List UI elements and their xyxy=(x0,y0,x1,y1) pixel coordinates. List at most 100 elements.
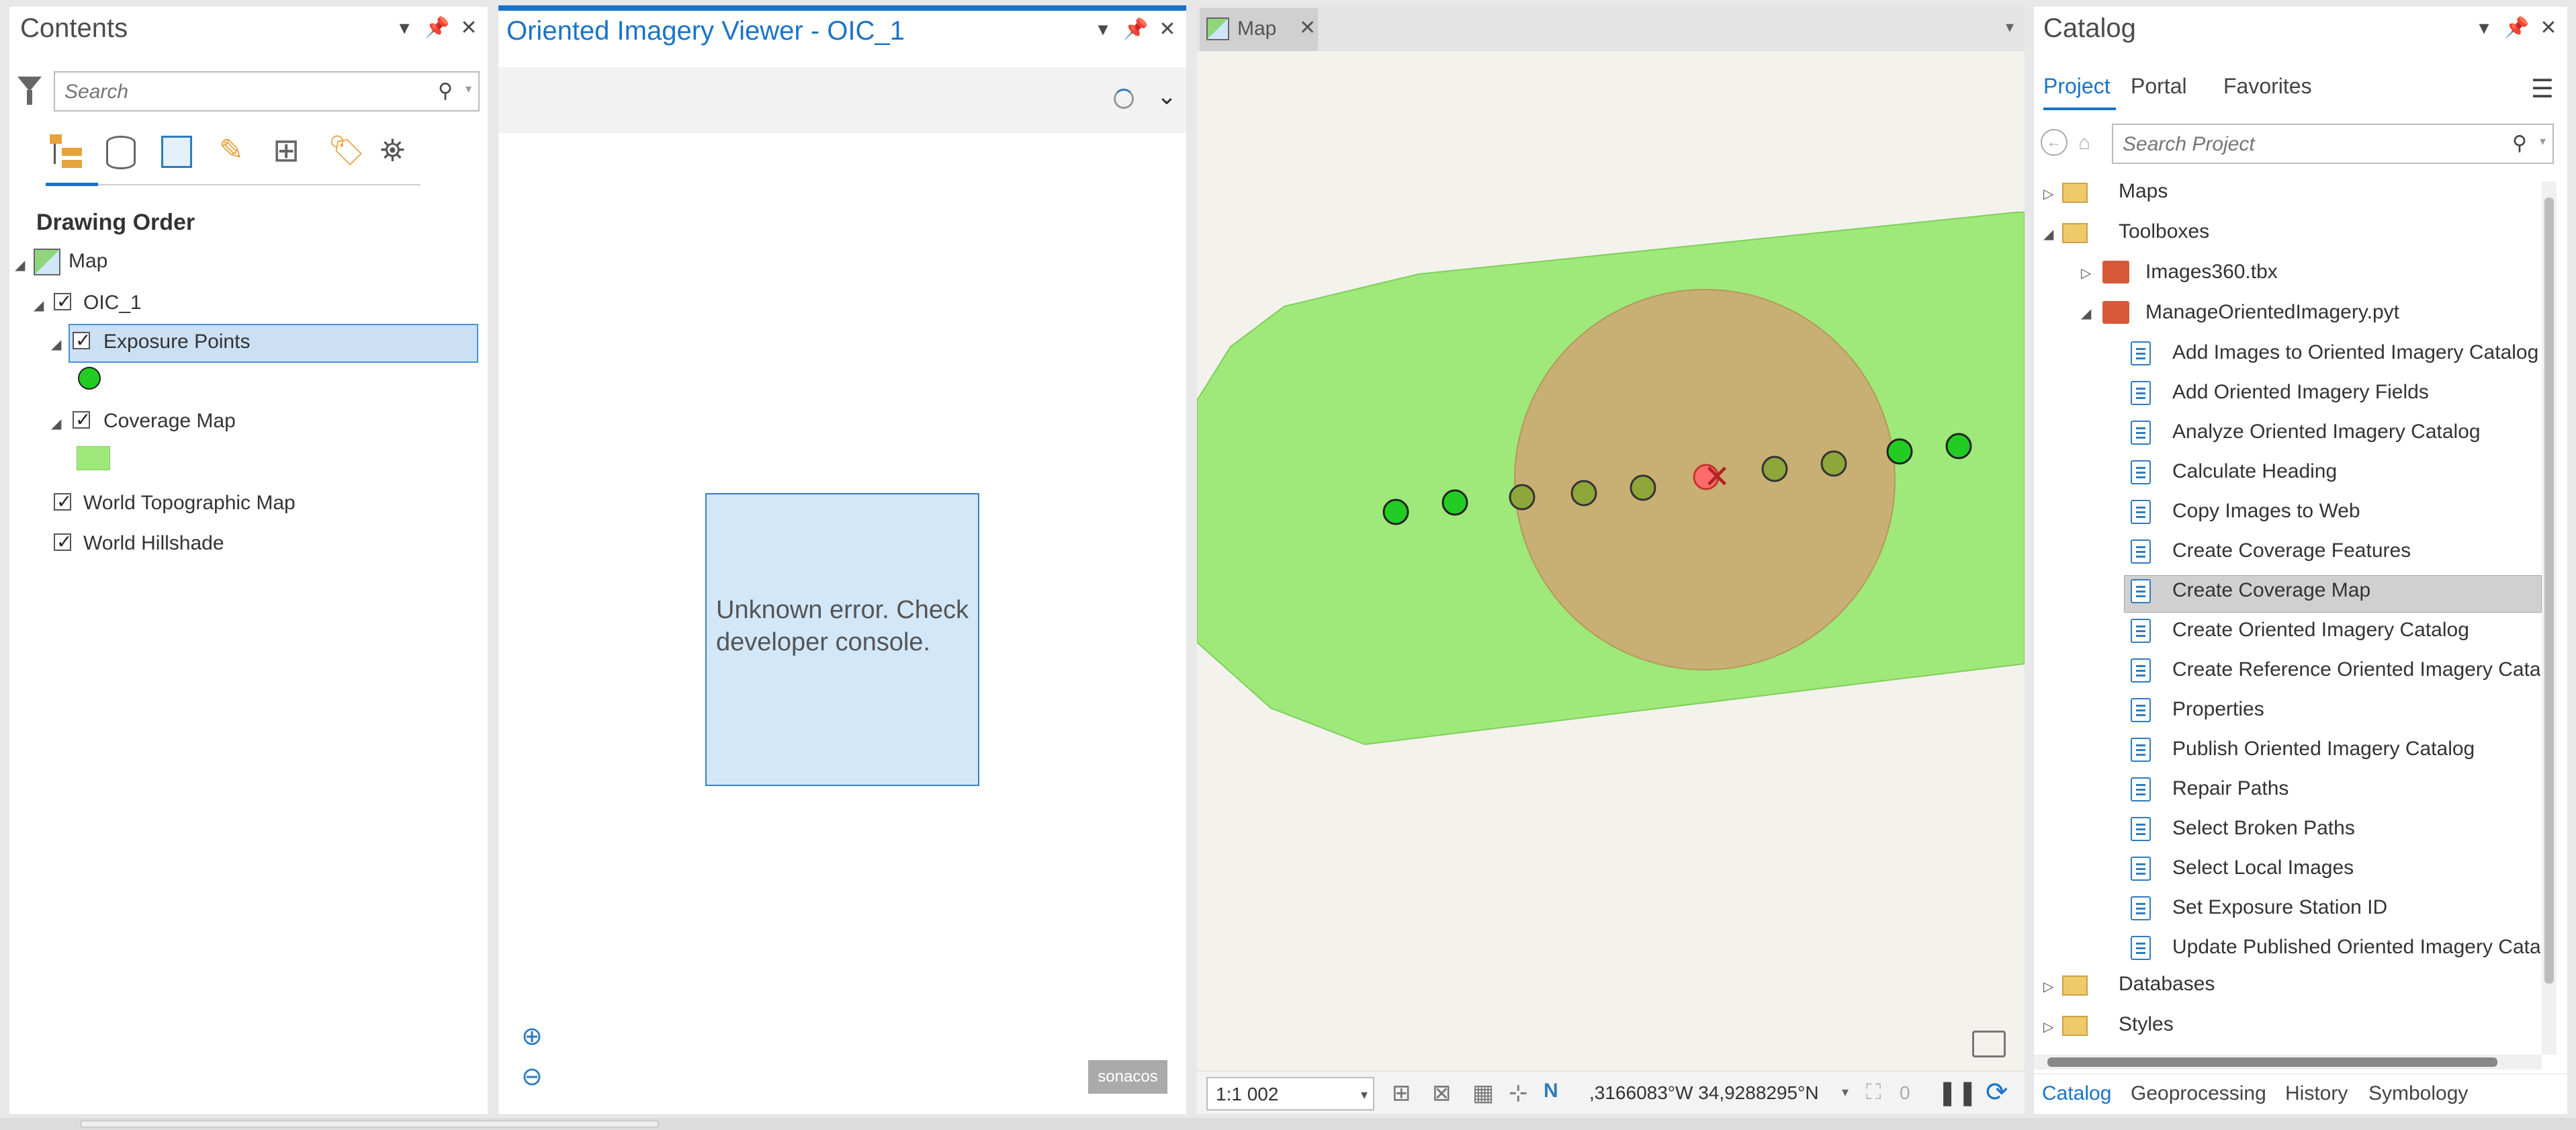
tool-item[interactable]: Create Oriented Imagery Catalog xyxy=(2131,612,2540,651)
oic-checkbox[interactable] xyxy=(54,290,72,312)
catalog-search-box[interactable]: ⚲ ▾ xyxy=(2112,124,2554,164)
toc-map[interactable]: Map xyxy=(69,250,107,273)
exposure-point[interactable] xyxy=(1630,474,1656,501)
exposure-point[interactable] xyxy=(1945,433,1972,460)
map-expand-icon[interactable]: ◢ xyxy=(15,257,25,273)
tool-item[interactable]: Repair Paths xyxy=(2131,771,2540,810)
scale-dropdown-icon[interactable]: ▾ xyxy=(1361,1086,1368,1103)
coverage-expand-icon[interactable]: ◢ xyxy=(51,415,61,432)
search-dropdown-icon[interactable]: ▾ xyxy=(2540,134,2546,148)
exposure-point[interactable] xyxy=(1761,455,1788,482)
tool-item[interactable]: Create Reference Oriented Imagery Catalo xyxy=(2131,652,2540,691)
databases-expand-icon[interactable]: ▷ xyxy=(2043,978,2053,995)
tool-item[interactable]: Calculate Heading xyxy=(2131,453,2540,492)
tab-favorites[interactable]: Favorites xyxy=(2223,74,2312,99)
catalog-node-maps[interactable]: Maps xyxy=(2119,180,2168,203)
exposure-expand-icon[interactable]: ◢ xyxy=(51,336,61,353)
map-canvas[interactable]: ✕ xyxy=(1197,51,2025,1072)
north-arrow-icon[interactable]: N xyxy=(1544,1080,1558,1102)
coverage-map-checkbox[interactable] xyxy=(73,408,91,431)
bottom-tab-geoprocessing[interactable]: Geoprocessing xyxy=(2131,1082,2266,1105)
tool-item[interactable]: Properties xyxy=(2131,691,2540,730)
contents-search-input[interactable] xyxy=(63,78,415,106)
tool-item[interactable]: Create Coverage Map xyxy=(2131,572,2540,611)
catalog-node-images360[interactable]: Images360.tbx xyxy=(2145,261,2278,284)
tool-item[interactable]: Add Oriented Imagery Fields xyxy=(2131,374,2540,413)
filter-icon[interactable] xyxy=(17,77,42,91)
toc-coverage-map[interactable]: Coverage Map xyxy=(103,410,236,433)
chevron-down-icon[interactable]: ⌄ xyxy=(1157,82,1177,110)
exposure-point[interactable] xyxy=(1382,498,1409,525)
hillshade-checkbox[interactable] xyxy=(54,531,72,553)
correction-icon[interactable]: ⊹ xyxy=(1509,1080,1528,1106)
back-icon[interactable]: ← xyxy=(2041,129,2068,156)
list-by-selection-icon[interactable] xyxy=(161,136,192,168)
zoom-out-icon[interactable]: ⊖ xyxy=(521,1061,543,1092)
catalog-node-styles[interactable]: Styles xyxy=(2119,1013,2174,1036)
tool-item[interactable]: Copy Images to Web xyxy=(2131,493,2540,532)
list-by-drawing-order-icon[interactable] xyxy=(50,134,83,172)
list-by-source-icon[interactable] xyxy=(106,136,136,169)
horizontal-scrollbar[interactable] xyxy=(2034,1055,2542,1070)
toc-oic-layer[interactable]: OIC_1 xyxy=(83,292,142,314)
manage-oi-expand-icon[interactable]: ◢ xyxy=(2081,305,2091,322)
tool-item[interactable]: Add Images to Oriented Imagery Catalog xyxy=(2131,335,2540,374)
pin-icon[interactable]: 📌 xyxy=(2504,16,2529,40)
map-tab[interactable]: Map ✕ xyxy=(1200,8,1318,51)
toolboxes-expand-icon[interactable]: ◢ xyxy=(2043,226,2053,243)
catalog-node-toolboxes[interactable]: Toolboxes xyxy=(2119,220,2209,243)
exposure-point[interactable] xyxy=(1509,484,1536,511)
tool-item[interactable]: Set Exposure Station ID xyxy=(2131,889,2540,928)
pause-drawing-icon[interactable]: ❚❚ xyxy=(1937,1078,1978,1106)
pane-menu-dropdown-icon[interactable]: ▾ xyxy=(392,16,416,40)
snapping-icon[interactable]: ⊞ xyxy=(1392,1080,1411,1106)
exposure-point[interactable] xyxy=(1570,480,1597,507)
bottom-tab-catalog[interactable]: Catalog xyxy=(2042,1082,2111,1105)
exposure-point[interactable] xyxy=(1820,450,1847,477)
styles-expand-icon[interactable]: ▷ xyxy=(2043,1018,2053,1035)
coordinate-dropdown-icon[interactable]: ▾ xyxy=(1842,1084,1849,1100)
exposure-points-checkbox[interactable] xyxy=(73,329,91,351)
pin-icon[interactable]: 📌 xyxy=(425,16,449,40)
tab-portal[interactable]: Portal xyxy=(2131,74,2187,99)
constraint-icon[interactable]: ⊠ xyxy=(1432,1080,1452,1106)
hamburger-menu-icon[interactable]: ☰ xyxy=(2531,74,2554,104)
zoom-in-icon[interactable]: ⊕ xyxy=(521,1021,543,1051)
tool-item[interactable]: Analyze Oriented Imagery Catalog xyxy=(2131,414,2540,453)
list-by-snapping-icon[interactable]: ⊞ xyxy=(273,132,300,169)
search-dropdown-icon[interactable]: ▾ xyxy=(465,82,472,96)
tool-item[interactable]: Select Local Images xyxy=(2131,850,2540,889)
horizontal-scrollbar-thumb[interactable] xyxy=(2047,1057,2497,1067)
maps-expand-icon[interactable]: ▷ xyxy=(2043,185,2053,202)
tool-item[interactable]: Select Broken Paths xyxy=(2131,810,2540,849)
vertical-scrollbar-thumb[interactable] xyxy=(2544,198,2554,984)
pane-menu-dropdown-icon[interactable]: ▾ xyxy=(1091,17,1115,41)
bottom-tab-history[interactable]: History xyxy=(2285,1082,2348,1105)
images360-expand-icon[interactable]: ▷ xyxy=(2081,265,2091,281)
vertical-scrollbar[interactable] xyxy=(2542,181,2557,1055)
refresh-icon[interactable]: ⟳ xyxy=(1986,1077,2008,1108)
toc-world-hillshade[interactable]: World Hillshade xyxy=(83,532,224,555)
catalog-node-databases[interactable]: Databases xyxy=(2119,973,2215,996)
tool-item[interactable]: Update Published Oriented Imagery Cata xyxy=(2131,929,2540,968)
topographic-checkbox[interactable] xyxy=(54,490,72,513)
tool-item[interactable]: Publish Oriented Imagery Catalog xyxy=(2131,731,2540,770)
map-tab-close-icon[interactable]: ✕ xyxy=(1299,16,1316,40)
search-icon[interactable]: ⚲ xyxy=(2512,132,2527,155)
map-tab-overflow-icon[interactable]: ▾ xyxy=(2006,17,2014,37)
list-by-perspective-icon[interactable]: ⛯ xyxy=(380,132,405,169)
close-icon[interactable]: ✕ xyxy=(1155,17,1180,41)
list-by-labeling-icon[interactable]: 🏷 xyxy=(328,133,365,168)
exposure-point[interactable] xyxy=(1886,438,1913,465)
scale-selector[interactable]: 1:1 002 ▾ xyxy=(1206,1077,1374,1111)
grid-icon[interactable]: ▦ xyxy=(1472,1080,1494,1106)
pane-menu-dropdown-icon[interactable]: ▾ xyxy=(2472,16,2496,40)
tool-item[interactable]: Create Coverage Features xyxy=(2131,533,2540,572)
map-notifications-icon[interactable] xyxy=(1972,1031,2006,1057)
close-icon[interactable]: ✕ xyxy=(457,16,481,40)
tab-project[interactable]: Project xyxy=(2043,74,2111,99)
pin-icon[interactable]: 📌 xyxy=(1123,17,1148,41)
home-icon[interactable]: ⌂ xyxy=(2078,132,2090,155)
search-icon[interactable]: ⚲ xyxy=(438,79,453,103)
toc-exposure-points[interactable]: Exposure Points xyxy=(103,331,250,353)
